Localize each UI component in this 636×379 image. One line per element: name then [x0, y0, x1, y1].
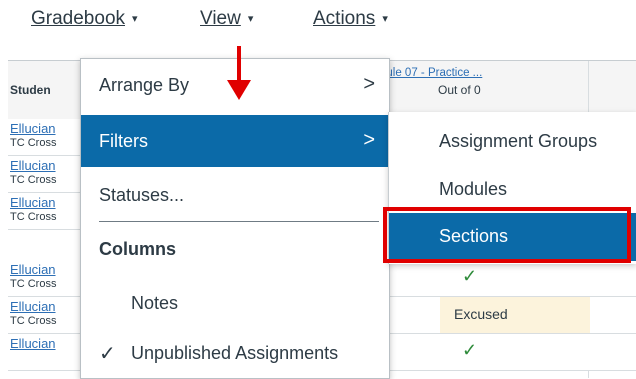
assignment-title-link[interactable]: dule 07 - Practice ...	[380, 67, 540, 79]
student-section: TC Cross	[10, 315, 57, 327]
grade-cell[interactable]: ✓	[440, 334, 590, 370]
menu-item-label: Arrange By	[99, 75, 190, 95]
student-name-link[interactable]: Ellucian	[10, 262, 56, 277]
student-section: TC Cross	[10, 137, 57, 149]
actions-menu-button[interactable]: Actions ▾	[313, 8, 388, 30]
highlight-annotation-box	[383, 207, 631, 263]
student-section: TC Cross	[10, 278, 57, 290]
student-section: TC Cross	[10, 211, 57, 223]
caret-down-icon: ▾	[247, 13, 254, 25]
submenu-item-assignment-groups[interactable]: Assignment Groups	[389, 118, 636, 166]
student-name-link[interactable]: Ellucian	[10, 158, 56, 173]
menu-item-label: Filters	[99, 131, 148, 151]
grade-cell[interactable]: ✓	[440, 260, 590, 296]
student-name-link[interactable]: Ellucian	[10, 195, 56, 210]
menu-item-notes[interactable]: Notes	[81, 277, 389, 329]
complete-check-icon: ✓	[462, 340, 478, 360]
submenu-item-label: Assignment Groups	[439, 131, 598, 151]
caret-down-icon: ▾	[132, 13, 138, 25]
menu-item-label: Statuses...	[99, 185, 185, 205]
grade-cell[interactable]: Excused	[440, 297, 590, 333]
submenu-item-label: Modules	[439, 179, 508, 199]
chevron-right-icon: >	[363, 129, 375, 151]
menu-item-label: Notes	[131, 293, 179, 313]
gradebook-menu-button[interactable]: Gradebook ▾	[31, 8, 138, 30]
student-name-link[interactable]: Ellucian	[10, 336, 56, 351]
assignment-column-header[interactable]: dule 07 - Practice ... Out of 0	[380, 67, 540, 115]
menu-divider	[99, 221, 379, 222]
actions-menu-label: Actions	[313, 8, 376, 29]
annotation-arrow-shaft	[237, 46, 241, 82]
menu-item-statuses[interactable]: Statuses...	[81, 169, 389, 221]
menu-section-columns: Columns	[81, 223, 389, 275]
student-section: TC Cross	[10, 174, 57, 186]
menu-item-label: Unpublished Assignments	[131, 343, 339, 363]
chevron-right-icon: >	[363, 73, 375, 95]
checkmark-icon: ✓	[99, 343, 116, 365]
student-name-link[interactable]: Ellucian	[10, 299, 56, 314]
menu-item-unpublished-assignments[interactable]: ✓ Unpublished Assignments	[81, 327, 389, 379]
view-menu-label: View	[200, 8, 241, 29]
student-column-header[interactable]: Studen	[10, 83, 51, 97]
menu-section-header: Columns	[99, 239, 177, 259]
assignment-points: Out of 0	[438, 83, 481, 97]
view-menu-button[interactable]: View ▾	[200, 8, 253, 30]
student-name-link[interactable]: Ellucian	[10, 121, 56, 136]
view-dropdown-menu: Arrange By > Filters > Statuses... Colum…	[80, 58, 390, 379]
excused-label: Excused	[454, 306, 508, 322]
gradebook-toolbar: Gradebook ▾ View ▾ Actions ▾	[0, 0, 636, 54]
caret-down-icon: ▾	[382, 13, 388, 25]
menu-item-filters[interactable]: Filters >	[81, 115, 389, 167]
complete-check-icon: ✓	[462, 266, 478, 286]
gradebook-menu-label: Gradebook	[31, 8, 126, 29]
arrow-down-icon	[227, 80, 251, 100]
